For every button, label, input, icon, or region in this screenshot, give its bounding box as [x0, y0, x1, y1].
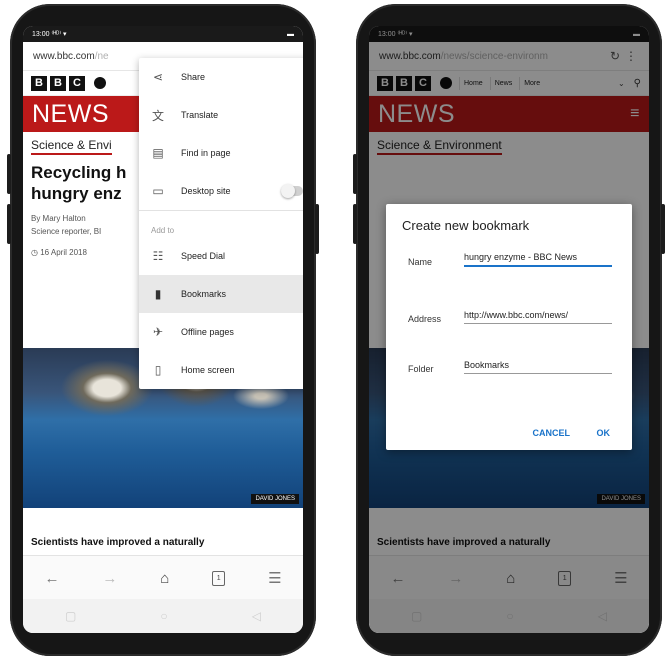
- phone-icon: ▯: [154, 363, 162, 377]
- menu-item-label: Offline pages: [181, 327, 234, 337]
- forward-arrow-icon[interactable]: →: [102, 570, 117, 587]
- back-arrow-icon[interactable]: ←: [44, 570, 59, 587]
- bbc-logo-letter[interactable]: C: [69, 75, 85, 91]
- share-icon: ⋖: [152, 70, 164, 84]
- menu-item-label: Desktop site: [181, 186, 231, 196]
- volume-button: [7, 154, 11, 194]
- menu-item-label: Bookmarks: [181, 289, 227, 299]
- battery-icon: ▬: [287, 30, 294, 38]
- address-field[interactable]: http://www.bbc.com/news/: [464, 310, 612, 324]
- folder-label: Folder: [408, 364, 434, 374]
- find-in-page-icon: ▤: [152, 146, 164, 160]
- address-field-row: Address http://www.bbc.com/news/: [408, 310, 612, 324]
- url-path: /ne: [94, 50, 109, 62]
- screen-left: 13:00 ⁽ᴴᴰ⁾ ▾ ▬ www.bbc.com/ne B B C NEWS…: [23, 26, 303, 633]
- desktop-site-toggle[interactable]: [281, 184, 303, 198]
- menu-item-find-in-page[interactable]: ▤ Find in page: [139, 134, 303, 172]
- speed-dial-icon: ☷: [152, 249, 164, 263]
- menu-item-offline-pages[interactable]: ✈ Offline pages: [139, 313, 303, 351]
- translate-icon: 文: [151, 108, 164, 123]
- ok-button[interactable]: OK: [597, 428, 611, 438]
- name-field-row: Name hungry enzyme - BBC News: [408, 252, 612, 267]
- folder-field-row: Folder Bookmarks: [408, 360, 612, 374]
- menu-item-home-screen[interactable]: ▯ Home screen: [139, 351, 303, 389]
- photo-credit: DAVID JONES: [251, 494, 299, 504]
- overflow-menu: ⋖ Share 文 Translate ▤ Find in page ▭ Des…: [139, 58, 303, 389]
- screen-right: 13:00 ⁽ᴴᴰ⁾ ▾ ▬ www.bbc.com/news/science-…: [369, 26, 649, 633]
- status-bar: 13:00 ⁽ᴴᴰ⁾ ▾ ▬: [23, 26, 303, 42]
- phone-right: 13:00 ⁽ᴴᴰ⁾ ▾ ▬ www.bbc.com/news/science-…: [353, 4, 665, 656]
- bbc-logo-letter[interactable]: B: [50, 75, 66, 91]
- desktop-icon: ▭: [152, 184, 164, 198]
- menu-item-translate[interactable]: 文 Translate: [139, 96, 303, 134]
- bbc-logo-letter[interactable]: B: [31, 75, 47, 91]
- menu-item-speed-dial[interactable]: ☷ Speed Dial: [139, 237, 303, 275]
- volume-button: [353, 204, 357, 244]
- volume-button: [7, 204, 11, 244]
- phone-left: 13:00 ⁽ᴴᴰ⁾ ▾ ▬ www.bbc.com/ne B B C NEWS…: [7, 4, 319, 656]
- home-icon[interactable]: ⌂: [160, 570, 169, 587]
- section-label: Science & Envi: [31, 138, 112, 155]
- browser-bottom-bar: ← → ⌂ 1 ☰: [23, 555, 303, 600]
- menu-item-label: Translate: [181, 110, 219, 120]
- menu-item-desktop-site[interactable]: ▭ Desktop site: [139, 172, 303, 210]
- dialog-title: Create new bookmark: [402, 218, 530, 233]
- menu-item-label: Find in page: [181, 148, 231, 158]
- menu-item-bookmarks[interactable]: ▮ Bookmarks: [139, 275, 303, 313]
- menu-icon[interactable]: ☰: [268, 569, 281, 587]
- menu-item-share[interactable]: ⋖ Share: [139, 58, 303, 96]
- menu-item-label: Share: [181, 72, 206, 82]
- bookmark-dialog: Create new bookmark Name hungry enzyme -…: [386, 204, 632, 450]
- menu-item-label: Speed Dial: [181, 251, 226, 261]
- date-text: 16 April 2018: [40, 248, 87, 257]
- power-button: [661, 204, 665, 254]
- system-nav-bar: ▢ ○ ◁: [23, 599, 303, 633]
- folder-field[interactable]: Bookmarks: [464, 360, 612, 374]
- recents-icon[interactable]: ▢: [65, 609, 76, 623]
- bookmark-icon: ▮: [154, 287, 162, 301]
- airplane-icon: ✈: [152, 325, 164, 339]
- article-teaser: Scientists have improved a naturally: [31, 537, 205, 548]
- clock-icon: ◷: [31, 248, 38, 257]
- account-icon[interactable]: [94, 77, 106, 89]
- back-triangle-icon[interactable]: ◁: [252, 609, 261, 623]
- menu-section-label: Add to: [151, 226, 175, 235]
- cancel-button[interactable]: CANCEL: [533, 428, 571, 438]
- name-field[interactable]: hungry enzyme - BBC News: [464, 252, 612, 267]
- address-label: Address: [408, 314, 442, 324]
- volume-button: [353, 154, 357, 194]
- status-time: 13:00 ⁽ᴴᴰ⁾ ▾: [32, 31, 67, 38]
- power-button: [315, 204, 319, 254]
- name-label: Name: [408, 257, 433, 267]
- home-circle-icon[interactable]: ○: [160, 609, 167, 623]
- tabs-icon[interactable]: 1: [212, 570, 226, 586]
- url-domain: www.bbc.com: [33, 50, 95, 62]
- menu-item-label: Home screen: [181, 365, 235, 375]
- news-logo[interactable]: NEWS: [32, 100, 109, 129]
